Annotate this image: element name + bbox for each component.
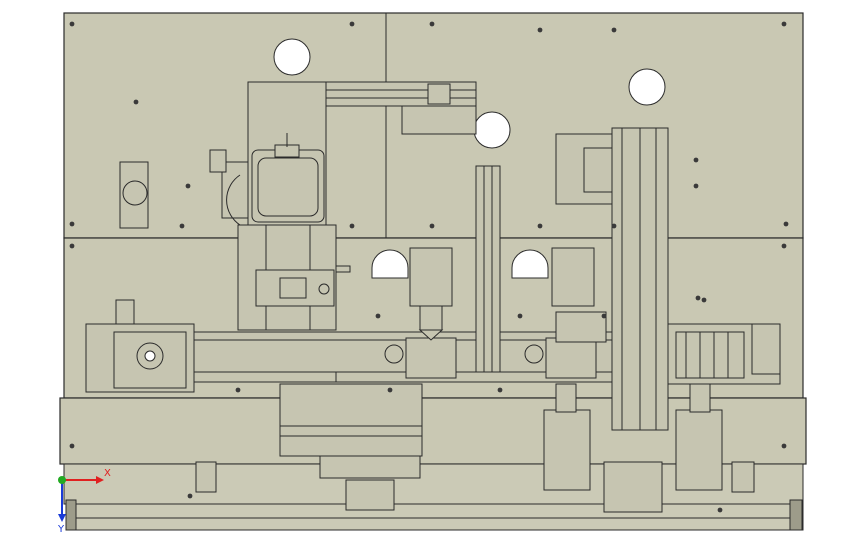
end-bracket (195, 461, 217, 493)
center-block (603, 461, 663, 513)
sensor (209, 149, 227, 173)
roller (524, 344, 544, 364)
screw-dot (69, 243, 75, 249)
screw-dot (601, 313, 607, 319)
rail-end-block (789, 499, 803, 531)
screw-dot (429, 21, 435, 27)
screw-dot (783, 221, 789, 227)
screw-dot (611, 223, 617, 229)
pneumatic-cylinder (409, 247, 453, 307)
roller (384, 344, 404, 364)
carriage-lower (319, 455, 421, 479)
cad-drawing-canvas: X Y (0, 0, 867, 544)
screw-dot (133, 99, 139, 105)
horizontal-profile (325, 81, 477, 107)
end-bracket (731, 461, 755, 493)
large-hole (628, 68, 666, 106)
top-bracket (401, 105, 477, 135)
screw-dot (717, 507, 723, 513)
screw-dot (537, 27, 543, 33)
gripper-stem (555, 383, 577, 413)
large-hole (273, 38, 311, 76)
left-sensor-bracket (115, 299, 135, 325)
screw-dot (349, 223, 355, 229)
screw-dot (349, 21, 355, 27)
screw-dot (537, 223, 543, 229)
screw-dot (693, 157, 699, 163)
right-end-cap (751, 323, 781, 375)
screw-dot (185, 183, 191, 189)
shaft-bore (144, 350, 156, 362)
sensor-tab (335, 265, 351, 273)
gripper-stem (689, 383, 711, 413)
x-axis-label: X (104, 468, 111, 479)
screw-dot (695, 295, 701, 301)
cylinder-rod (419, 305, 443, 331)
screw-dot (693, 183, 699, 189)
screw-dot (69, 21, 75, 27)
rail-block (405, 337, 457, 379)
screw-dot (387, 387, 393, 393)
screw-dot (611, 27, 617, 33)
vertical-profile (475, 165, 501, 373)
bottom-rail (75, 503, 804, 531)
y-arrowhead (58, 514, 66, 522)
rail-end-block-left (65, 499, 77, 531)
screw-dot (781, 243, 787, 249)
screw-dot (187, 493, 193, 499)
cylinder-base (555, 311, 607, 343)
profile-bracket (427, 83, 451, 105)
carriage-plate (279, 383, 423, 457)
screw-dot (235, 387, 241, 393)
right-coupler (583, 147, 613, 193)
screw-dot (517, 313, 523, 319)
screw-dot (375, 313, 381, 319)
carriage-block (279, 277, 307, 299)
screw-dot (701, 297, 707, 303)
screw-dot (179, 223, 185, 229)
screw-dot (497, 387, 503, 393)
servo-motor (251, 149, 325, 223)
screw-dot (781, 21, 787, 27)
screw-dot (69, 443, 75, 449)
carriage-foot (345, 479, 395, 511)
handle-knob (122, 180, 148, 206)
origin-marker (58, 476, 66, 484)
rail-block (545, 337, 597, 379)
y-axis-label: Y (57, 524, 65, 535)
screw-dot (781, 443, 787, 449)
lower-gripper (675, 409, 723, 491)
screw-dot (429, 223, 435, 229)
lower-gripper (543, 409, 591, 491)
assembly-front-view: X Y (57, 12, 807, 535)
screw-dot (69, 221, 75, 227)
large-hole (473, 111, 511, 149)
pneumatic-cylinder (551, 247, 595, 307)
